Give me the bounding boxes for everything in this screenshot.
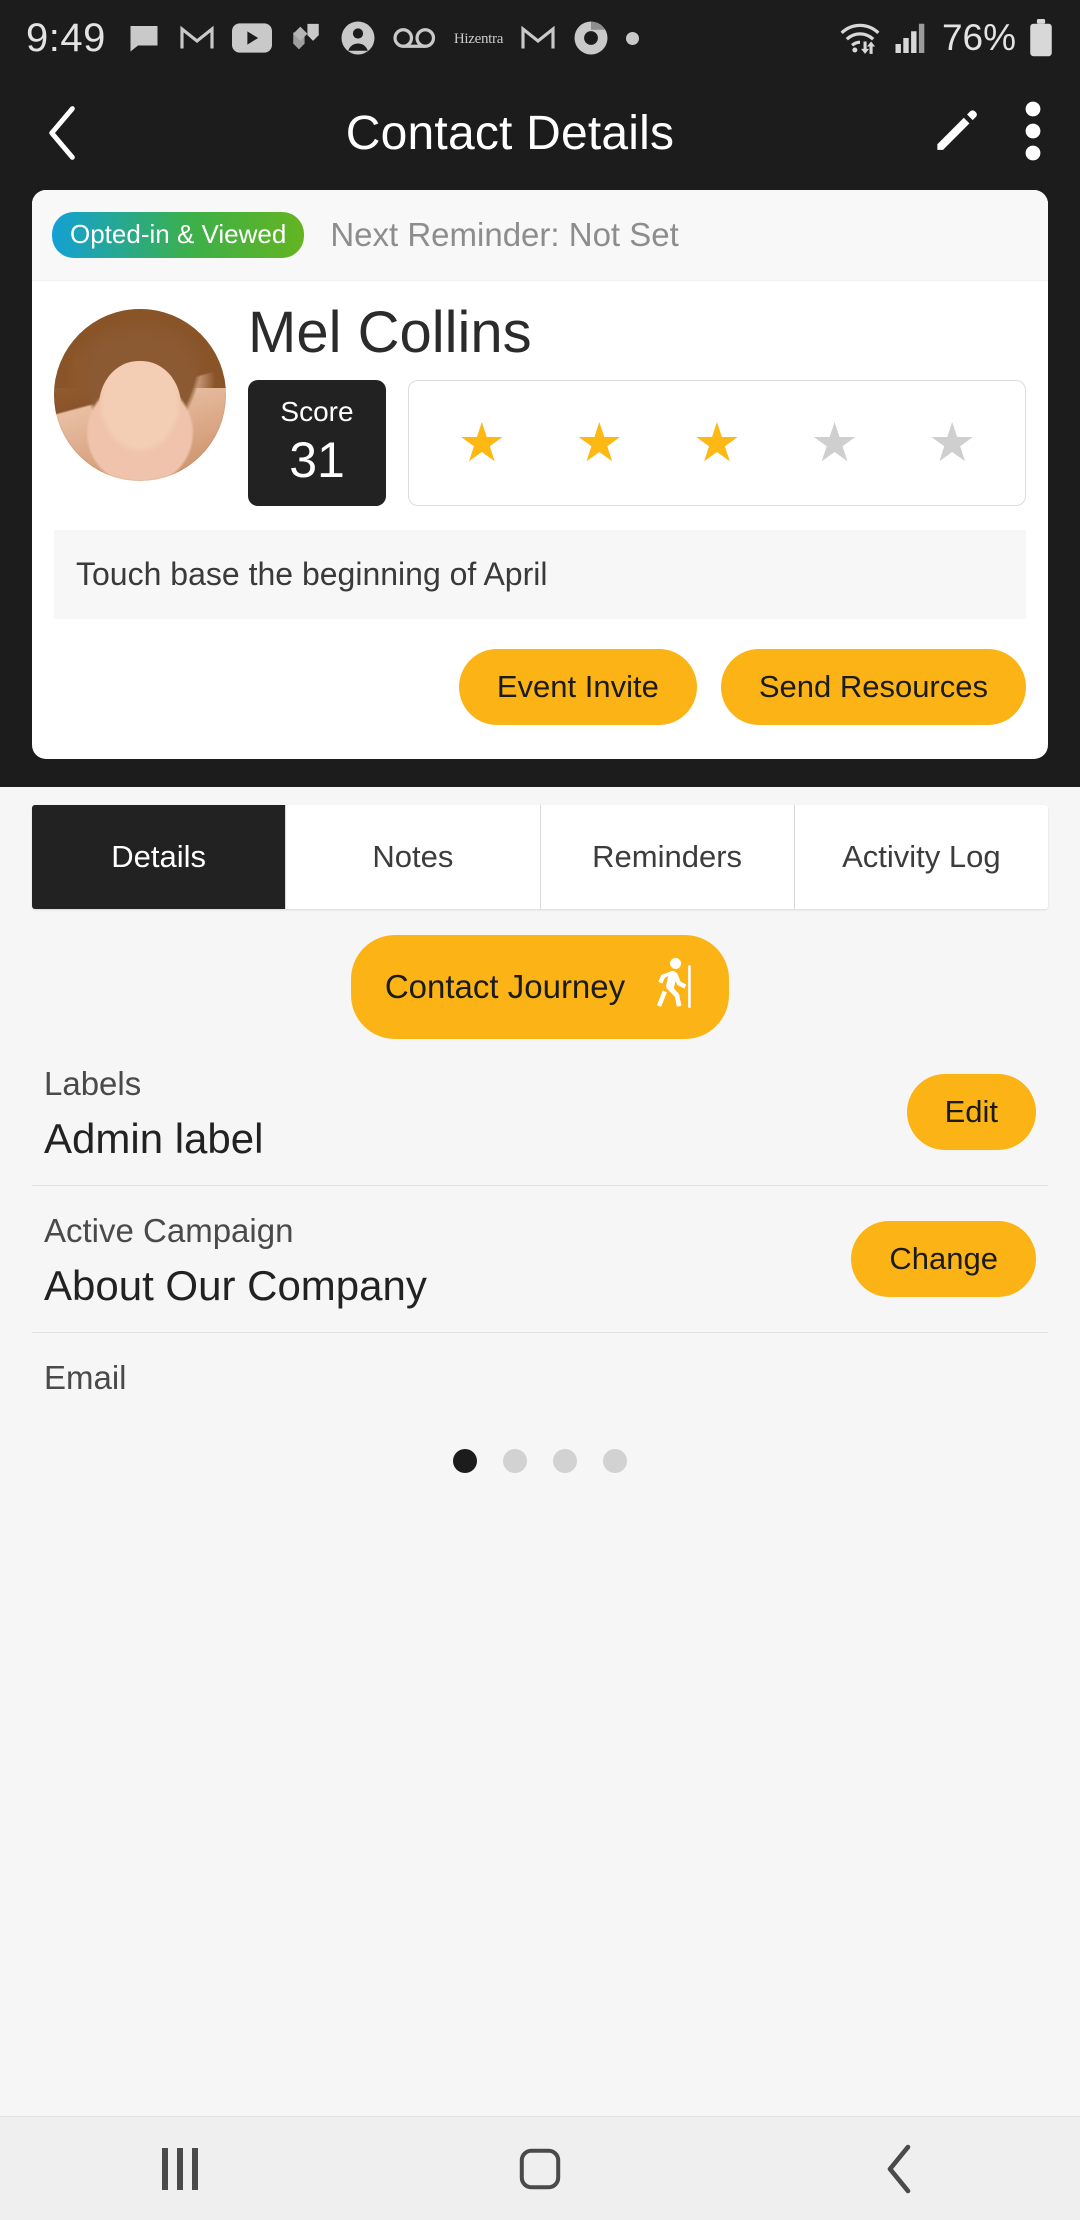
send-resources-button[interactable]: Send Resources xyxy=(720,648,1026,725)
page-title: Contact Details xyxy=(345,106,675,160)
rating-stars[interactable]: ★ ★ ★ ★ ★ xyxy=(408,379,1026,506)
field-email-texts: Email xyxy=(44,1359,1036,1397)
contact-card-actions: Event Invite Send Resources xyxy=(32,619,1048,759)
edit-labels-button[interactable]: Edit xyxy=(906,1073,1036,1150)
chrome-icon xyxy=(573,20,609,56)
contact-card-body: Mel Collins Score 31 ★ ★ ★ ★ ★ xyxy=(32,281,1048,506)
hizentra-icon: Hizentra xyxy=(453,30,504,47)
star-icon-5[interactable]: ★ xyxy=(928,416,976,470)
contact-card: Opted-in & Viewed Next Reminder: Not Set… xyxy=(32,190,1048,759)
home-icon[interactable] xyxy=(450,2117,630,2220)
status-badge: Opted-in & Viewed xyxy=(52,212,305,258)
system-nav-bar xyxy=(0,2116,1080,2220)
battery-percent-label: 76% xyxy=(941,17,1016,58)
gmail-icon-2 xyxy=(520,23,556,53)
contact-journey-button[interactable]: Contact Journey xyxy=(350,934,730,1039)
hiking-person-icon xyxy=(651,957,695,1017)
score-box: Score 31 xyxy=(248,379,386,506)
app-bar-actions xyxy=(930,101,1044,166)
gmail-icon xyxy=(179,23,215,53)
wifi-icon xyxy=(838,20,882,56)
change-campaign-button[interactable]: Change xyxy=(851,1220,1036,1297)
pagination-dot-1[interactable] xyxy=(453,1448,477,1473)
dot-indicator-icon xyxy=(626,31,640,45)
more-vertical-icon[interactable] xyxy=(1022,101,1044,166)
contact-hero: Opted-in & Viewed Next Reminder: Not Set… xyxy=(0,190,1080,787)
status-bar-system-icons: 76% xyxy=(838,17,1054,59)
field-active-campaign-value: About Our Company xyxy=(44,1261,427,1309)
message-icon xyxy=(126,20,162,56)
field-labels-label: Labels xyxy=(44,1064,142,1102)
main-content: Details Notes Reminders Activity Log Con… xyxy=(0,786,1080,2116)
event-invite-button[interactable]: Event Invite xyxy=(458,648,697,725)
pagination-dots xyxy=(32,1448,1048,1473)
star-icon-4[interactable]: ★ xyxy=(810,416,858,470)
field-labels-value: Admin label xyxy=(44,1114,264,1162)
back-chevron-icon[interactable] xyxy=(36,106,90,160)
tab-bar: Details Notes Reminders Activity Log xyxy=(32,804,1048,909)
score-value: 31 xyxy=(289,431,345,488)
next-reminder-label: Next Reminder: Not Set xyxy=(330,216,679,253)
field-active-campaign-texts: Active Campaign About Our Company xyxy=(44,1212,851,1310)
field-labels: Labels Admin label Edit xyxy=(32,1039,1048,1186)
battery-icon xyxy=(1028,19,1054,57)
status-bar-clock: 9:49 xyxy=(26,15,106,60)
field-email-label: Email xyxy=(44,1358,127,1396)
tab-activity-log[interactable]: Activity Log xyxy=(794,804,1048,909)
contact-card-header: Opted-in & Viewed Next Reminder: Not Set xyxy=(32,190,1048,281)
contact-journey-row: Contact Journey xyxy=(32,934,1048,1039)
app-bar: Contact Details xyxy=(0,76,1080,190)
phone-screen: 9:49 Hizentra 76% Contact Details Opted-… xyxy=(0,0,1080,2220)
field-labels-texts: Labels Admin label xyxy=(44,1065,907,1163)
tab-details[interactable]: Details xyxy=(32,804,287,909)
score-label: Score xyxy=(280,395,354,427)
tab-reminders[interactable]: Reminders xyxy=(540,804,795,909)
voicemail-icon xyxy=(393,25,437,51)
tab-notes[interactable]: Notes xyxy=(286,804,541,909)
star-icon-1[interactable]: ★ xyxy=(458,416,506,470)
cellular-signal-icon xyxy=(894,21,930,55)
field-active-campaign-label: Active Campaign xyxy=(44,1211,294,1249)
recents-icon[interactable] xyxy=(90,2117,270,2220)
contact-name: Mel Collins xyxy=(248,300,532,365)
nav-back-icon[interactable] xyxy=(810,2117,990,2220)
field-active-campaign: Active Campaign About Our Company Change xyxy=(32,1186,1048,1333)
jira-icon xyxy=(289,21,323,55)
pagination-dot-2[interactable] xyxy=(503,1448,527,1473)
status-bar-notification-icons: Hizentra xyxy=(126,20,640,56)
account-icon xyxy=(340,20,376,56)
pagination-dot-4[interactable] xyxy=(603,1448,627,1473)
status-bar: 9:49 Hizentra 76% xyxy=(0,0,1080,76)
pencil-edit-icon[interactable] xyxy=(930,105,982,162)
star-icon-2[interactable]: ★ xyxy=(575,416,623,470)
contact-note: Touch base the beginning of April xyxy=(54,529,1026,619)
avatar xyxy=(54,309,226,481)
pagination-dot-3[interactable] xyxy=(553,1448,577,1473)
field-email: Email xyxy=(32,1333,1048,1405)
contact-metrics: Score 31 ★ ★ ★ ★ ★ xyxy=(248,379,1026,506)
star-icon-3[interactable]: ★ xyxy=(693,416,741,470)
youtube-icon xyxy=(231,23,272,53)
contact-identity: Mel Collins Score 31 ★ ★ ★ ★ ★ xyxy=(248,299,1026,506)
contact-journey-label: Contact Journey xyxy=(384,967,626,1005)
